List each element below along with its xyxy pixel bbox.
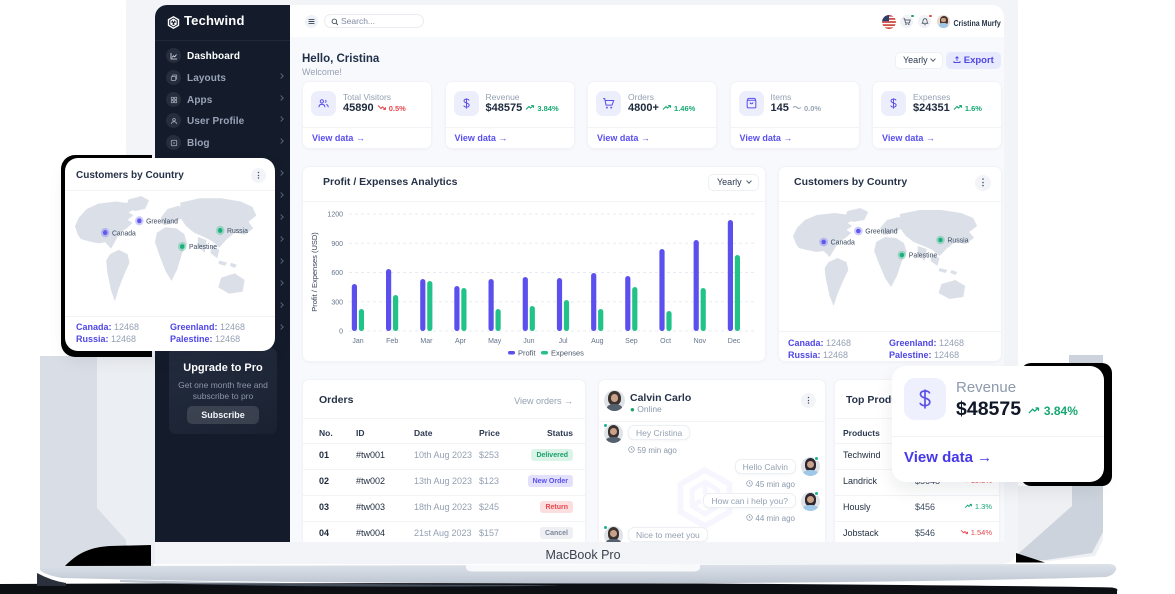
svg-text:Dec: Dec — [728, 338, 741, 345]
svg-text:Apr: Apr — [455, 338, 467, 345]
svg-text:Jan: Jan — [352, 338, 363, 345]
svg-text:Profit: Profit — [518, 349, 536, 358]
svg-text:0: 0 — [339, 329, 343, 336]
svg-text:Jul: Jul — [559, 338, 568, 345]
svg-text:900: 900 — [331, 241, 343, 248]
svg-text:Aug: Aug — [591, 338, 604, 345]
svg-text:Russia: Russia — [227, 227, 248, 235]
svg-text:Canada: Canada — [831, 239, 855, 246]
svg-text:MacBook Pro: MacBook Pro — [545, 548, 620, 562]
svg-text:Sep: Sep — [625, 338, 638, 345]
svg-text:Russia: Russia — [947, 237, 968, 244]
svg-text:600: 600 — [331, 270, 343, 277]
svg-text:Canada: Canada — [112, 229, 136, 237]
svg-text:Oct: Oct — [660, 338, 671, 345]
svg-text:300: 300 — [331, 299, 343, 306]
svg-text:Feb: Feb — [386, 338, 398, 345]
svg-text:Profit / Expenses (USD): Profit / Expenses (USD) — [310, 232, 319, 312]
svg-text:Expenses: Expenses — [551, 349, 584, 358]
svg-text:May: May — [488, 338, 502, 345]
svg-text:1200: 1200 — [327, 212, 343, 219]
svg-text:Nov: Nov — [694, 338, 707, 345]
svg-text:Greenland: Greenland — [865, 228, 897, 235]
svg-text:Jun: Jun — [523, 338, 534, 345]
svg-text:Palestine: Palestine — [189, 243, 217, 251]
svg-text:Greenland: Greenland — [146, 217, 178, 225]
svg-text:Palestine: Palestine — [909, 252, 938, 259]
svg-text:Mar: Mar — [420, 338, 433, 345]
